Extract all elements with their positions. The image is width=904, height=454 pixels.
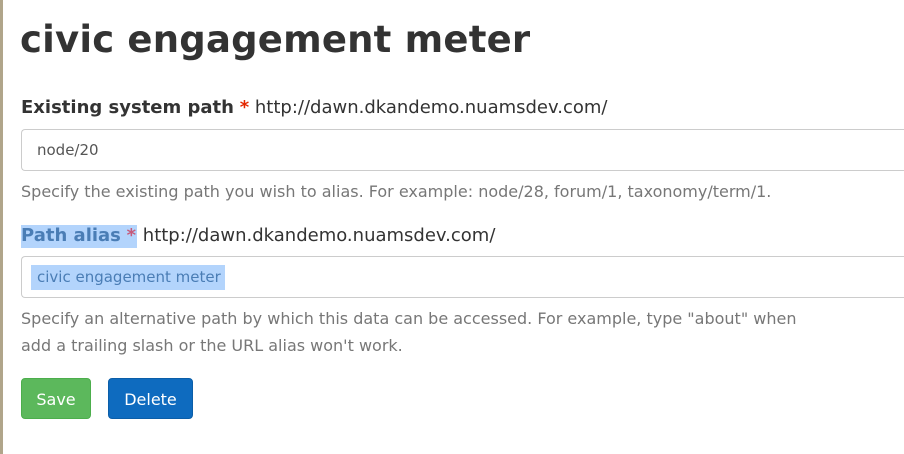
source-path-help: Specify the existing path you wish to al… bbox=[21, 182, 772, 201]
path-alias-url-prefix: http://dawn.dkandemo.nuamsdev.com/ bbox=[142, 225, 496, 246]
save-button[interactable]: Save bbox=[21, 378, 91, 419]
path-alias-help-line-1: Specify an alternative path by which thi… bbox=[21, 309, 797, 328]
source-path-input[interactable]: node/20 bbox=[21, 129, 904, 171]
source-path-label-row: Existing system path * http://dawn.dkand… bbox=[21, 96, 608, 120]
source-path-url-prefix: http://dawn.dkandemo.nuamsdev.com/ bbox=[254, 97, 608, 118]
path-alias-label-row: Path alias * http://dawn.dkandemo.nuamsd… bbox=[21, 224, 495, 248]
page-title: civic engagement meter bbox=[20, 18, 531, 61]
required-marker: * bbox=[126, 225, 137, 246]
required-marker: * bbox=[239, 97, 250, 118]
source-path-label: Existing system path bbox=[21, 97, 234, 118]
path-alias-label: Path alias bbox=[21, 225, 121, 246]
path-alias-input[interactable]: civic engagement meter bbox=[21, 256, 904, 298]
window-left-border bbox=[0, 0, 3, 454]
source-path-value: node/20 bbox=[37, 141, 99, 159]
path-alias-value: civic engagement meter bbox=[31, 265, 225, 290]
path-alias-help-line-2: add a trailing slash or the URL alias wo… bbox=[21, 336, 403, 355]
delete-button[interactable]: Delete bbox=[108, 378, 193, 419]
